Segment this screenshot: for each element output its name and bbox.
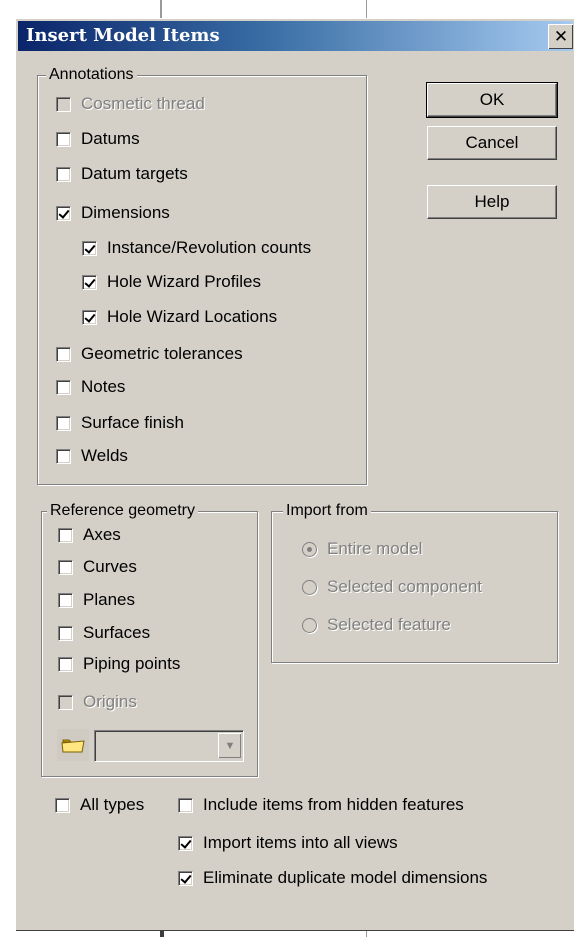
checkbox-box (178, 797, 193, 813)
welds-checkbox[interactable]: Welds (56, 446, 128, 466)
selected-feature-radio[interactable]: Selected feature (302, 615, 451, 635)
cancel-button[interactable]: Cancel (427, 126, 557, 160)
annotations-group-label: Annotations (46, 65, 137, 85)
checkbox-box (56, 205, 71, 221)
checkbox-label: Import items into all views (203, 833, 398, 852)
title-bar[interactable]: Insert Model Items ✕ (18, 21, 573, 51)
axes-checkbox[interactable]: Axes (58, 525, 121, 545)
checkbox-label: Datums (81, 129, 140, 148)
origins-checkbox[interactable]: Origins (58, 692, 137, 712)
import-from-group: Import from Entire model Selected compon… (271, 501, 558, 663)
datums-checkbox[interactable]: Datums (56, 129, 140, 149)
checkbox-label: Welds (81, 446, 128, 465)
ok-button[interactable]: OK (426, 82, 558, 118)
close-icon: ✕ (553, 27, 569, 47)
checkbox-label: Dimensions (81, 203, 170, 222)
checkbox-label: Origins (83, 692, 137, 711)
checkbox-label: Instance/Revolution counts (107, 238, 312, 257)
checkbox-box (56, 415, 71, 431)
checkbox-label: Planes (83, 590, 135, 609)
checkbox-box (58, 592, 73, 608)
all-types-checkbox[interactable]: All types (55, 795, 144, 815)
background-divider (160, 930, 164, 937)
radio-dot (302, 579, 317, 595)
checkbox-box (56, 96, 71, 112)
checkbox-label: Include items from hidden features (203, 795, 464, 814)
instance-revolution-counts-checkbox[interactable]: Instance/Revolution counts (82, 238, 311, 258)
planes-checkbox[interactable]: Planes (58, 590, 135, 610)
geometric-tolerances-checkbox[interactable]: Geometric tolerances (56, 344, 243, 364)
checkbox-label: Axes (83, 525, 121, 544)
dimensions-checkbox[interactable]: Dimensions (56, 203, 170, 223)
checkbox-box (56, 166, 71, 182)
reference-geometry-group: Reference geometry Axes Curves Planes Su… (41, 501, 258, 777)
checkbox-label: Surfaces (83, 623, 151, 642)
checkbox-box (55, 797, 70, 813)
close-button[interactable]: ✕ (548, 24, 573, 49)
checkbox-label: All types (80, 795, 145, 814)
checkbox-box (58, 625, 73, 641)
checkbox-label: Notes (81, 377, 126, 396)
layer-combo[interactable]: ▼ (94, 730, 244, 762)
curves-checkbox[interactable]: Curves (58, 557, 137, 577)
checkbox-label: Datum targets (81, 164, 188, 183)
surface-finish-checkbox[interactable]: Surface finish (56, 413, 184, 433)
folder-icon (61, 739, 85, 753)
background-divider (366, 930, 367, 937)
background-divider (160, 0, 162, 18)
checkbox-box (56, 448, 71, 464)
background-divider (366, 0, 367, 18)
radio-label: Entire model (327, 539, 423, 558)
import-into-all-views-checkbox[interactable]: Import items into all views (178, 833, 398, 853)
checkbox-label: Cosmetic thread (81, 94, 205, 113)
annotations-group: Annotations Cosmetic thread Datums Datum… (37, 65, 367, 485)
radio-label: Selected component (327, 577, 482, 596)
selected-component-radio[interactable]: Selected component (302, 577, 482, 597)
checkbox-box (58, 527, 73, 543)
radio-label: Selected feature (327, 615, 451, 634)
checkbox-label: Geometric tolerances (81, 344, 243, 363)
checkbox-label: Piping points (83, 654, 181, 673)
notes-checkbox[interactable]: Notes (56, 377, 125, 397)
checkbox-box (82, 274, 97, 290)
checkbox-box (56, 346, 71, 362)
import-from-group-label: Import from (283, 501, 371, 521)
layer-folder-button[interactable] (57, 729, 89, 761)
checkbox-label: Eliminate duplicate model dimensions (203, 868, 488, 887)
cosmetic-thread-checkbox[interactable]: Cosmetic thread (56, 94, 205, 114)
checkbox-box (178, 835, 193, 851)
checkbox-label: Hole Wizard Locations (107, 307, 278, 326)
radio-dot (302, 617, 317, 633)
checkbox-label: Hole Wizard Profiles (107, 272, 261, 291)
piping-points-checkbox[interactable]: Piping points (58, 654, 180, 674)
hole-wizard-profiles-checkbox[interactable]: Hole Wizard Profiles (82, 272, 261, 292)
checkbox-label: Surface finish (81, 413, 184, 432)
checkbox-box (58, 656, 73, 672)
checkbox-box (178, 870, 193, 886)
eliminate-duplicates-checkbox[interactable]: Eliminate duplicate model dimensions (178, 868, 487, 888)
reference-geometry-group-label: Reference geometry (47, 501, 198, 521)
insert-model-items-dialog: Insert Model Items ✕ Annotations Cosmeti… (15, 18, 574, 931)
include-hidden-features-checkbox[interactable]: Include items from hidden features (178, 795, 464, 815)
dialog-title: Insert Model Items (26, 25, 220, 46)
checkbox-box (58, 559, 73, 575)
checkbox-box (58, 694, 73, 710)
datum-targets-checkbox[interactable]: Datum targets (56, 164, 188, 184)
help-button[interactable]: Help (427, 185, 557, 219)
checkbox-box (82, 309, 97, 325)
surfaces-checkbox[interactable]: Surfaces (58, 623, 150, 643)
chevron-down-icon[interactable]: ▼ (218, 733, 241, 758)
checkbox-box (56, 131, 71, 147)
radio-dot (302, 541, 317, 557)
checkbox-box (56, 379, 71, 395)
entire-model-radio[interactable]: Entire model (302, 539, 422, 559)
checkbox-label: Curves (83, 557, 137, 576)
hole-wizard-locations-checkbox[interactable]: Hole Wizard Locations (82, 307, 277, 327)
checkbox-box (82, 240, 97, 256)
